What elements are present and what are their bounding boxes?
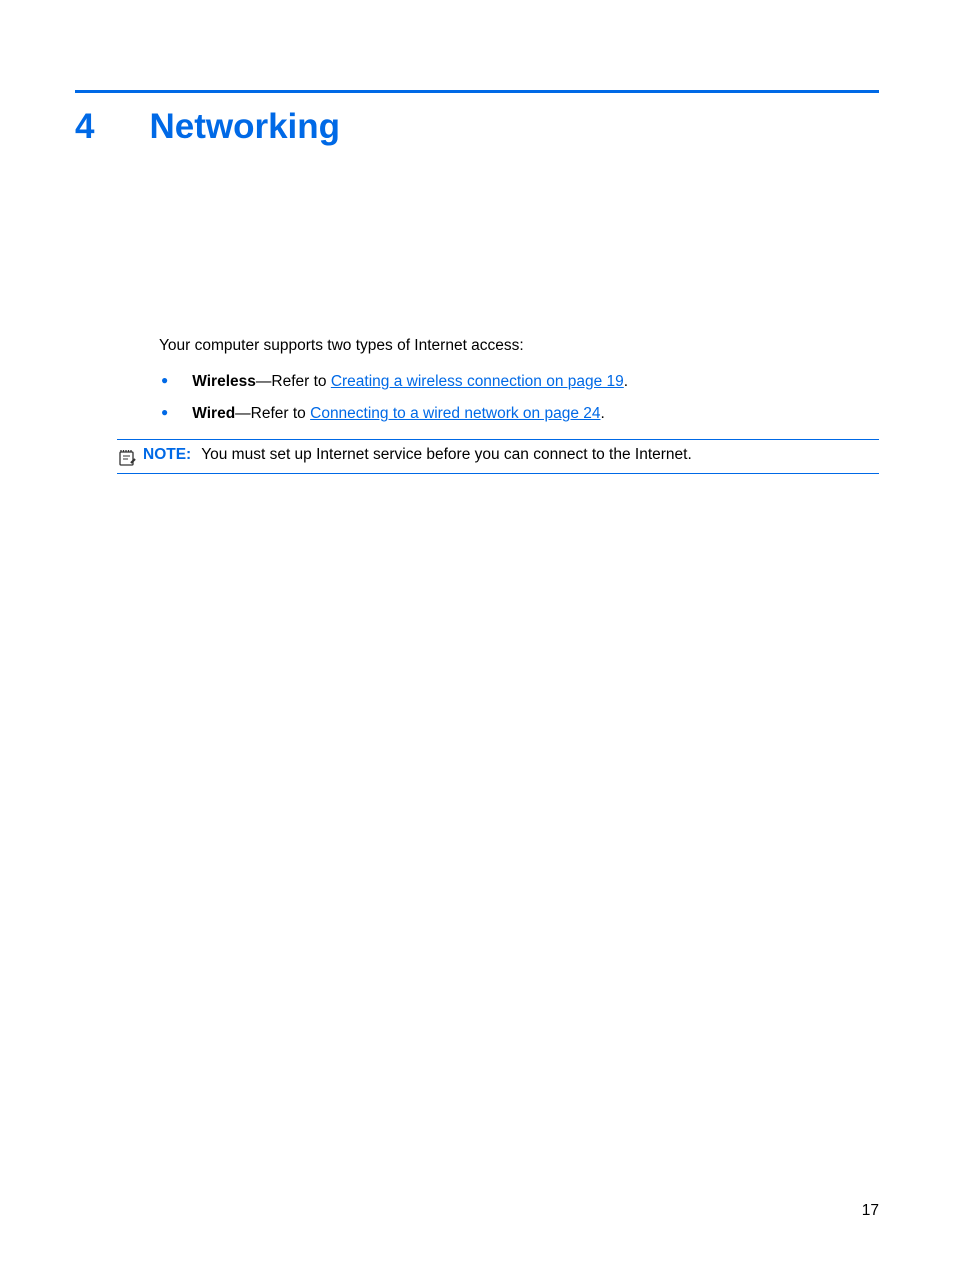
bullet-bold: Wireless <box>192 373 256 390</box>
note-text: You must set up Internet service before … <box>201 446 692 463</box>
note-content: NOTE: You must set up Internet service be… <box>143 446 692 464</box>
bullet-bold: Wired <box>192 405 235 422</box>
note-label: NOTE: <box>143 446 191 463</box>
bullet-dash: —Refer to <box>256 373 331 390</box>
bullet-icon: ● <box>161 373 168 387</box>
wireless-link[interactable]: Creating a wireless connection on page 1… <box>331 373 624 390</box>
chapter-title: Networking <box>149 107 340 147</box>
content-area: Your computer supports two types of Inte… <box>75 337 879 474</box>
bullet-after: . <box>601 405 605 422</box>
note-icon <box>117 447 137 467</box>
document-page: 4 Networking Your computer supports two … <box>0 0 954 1270</box>
page-number: 17 <box>862 1202 879 1220</box>
bullet-content: Wireless—Refer to Creating a wireless co… <box>192 373 879 391</box>
chapter-number: 4 <box>75 107 94 147</box>
list-item: ● Wired—Refer to Connecting to a wired n… <box>159 405 879 423</box>
bullet-dash: —Refer to <box>235 405 310 422</box>
chapter-divider <box>75 90 879 93</box>
list-item: ● Wireless—Refer to Creating a wireless … <box>159 373 879 391</box>
bullet-content: Wired—Refer to Connecting to a wired net… <box>192 405 879 423</box>
chapter-heading: 4 Networking <box>75 107 879 147</box>
bullet-list: ● Wireless—Refer to Creating a wireless … <box>159 373 879 423</box>
note-box: NOTE: You must set up Internet service be… <box>117 439 879 474</box>
bullet-icon: ● <box>161 405 168 419</box>
bullet-after: . <box>624 373 628 390</box>
intro-text: Your computer supports two types of Inte… <box>159 337 879 355</box>
wired-link[interactable]: Connecting to a wired network on page 24 <box>310 405 600 422</box>
